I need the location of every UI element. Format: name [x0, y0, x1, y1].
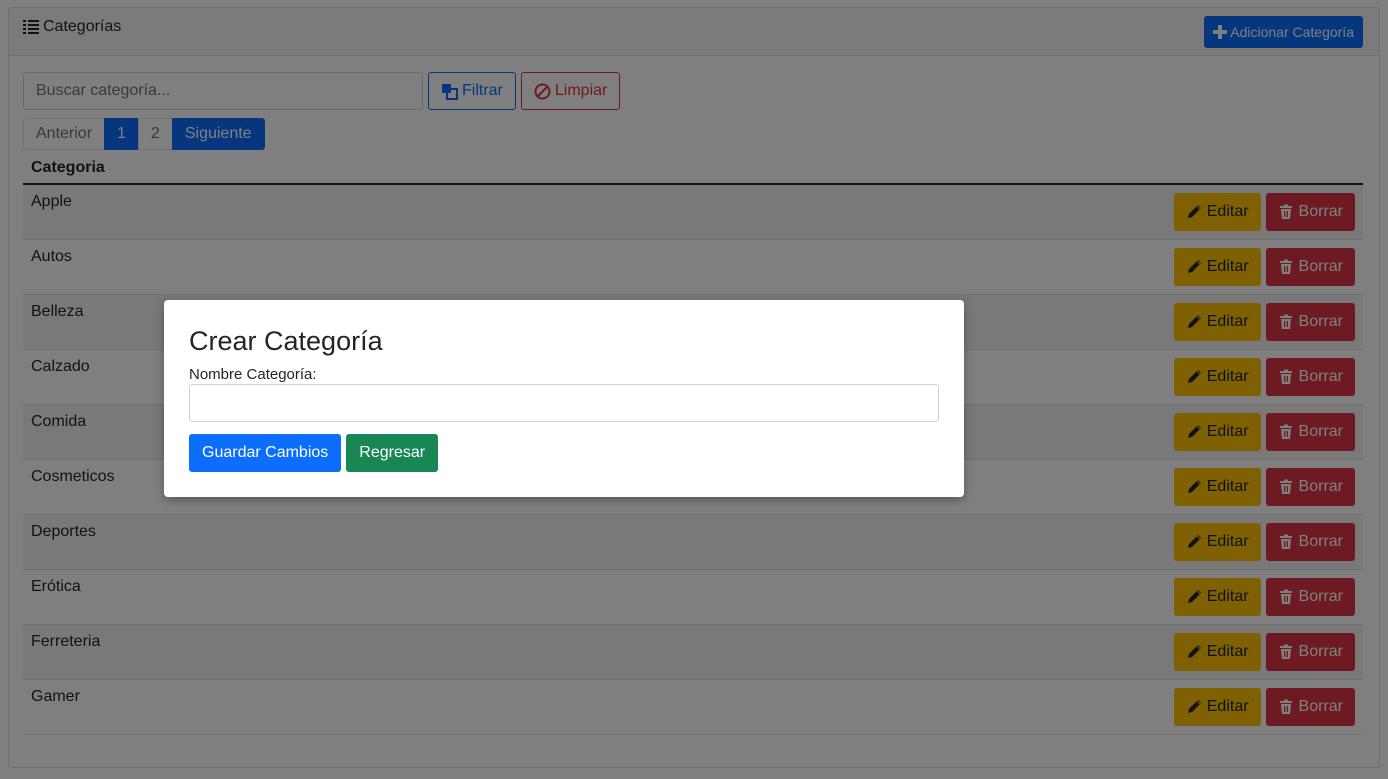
category-name-label: Nombre Categoría:	[189, 366, 317, 383]
back-button[interactable]: Regresar	[346, 434, 439, 472]
modal-actions: Guardar Cambios Regresar	[189, 434, 439, 472]
create-category-modal: Crear Categoría Nombre Categoría: Guarda…	[164, 300, 964, 497]
modal-title: Crear Categoría	[189, 326, 383, 356]
category-name-input[interactable]	[189, 384, 939, 422]
save-changes-button[interactable]: Guardar Cambios	[189, 434, 342, 472]
